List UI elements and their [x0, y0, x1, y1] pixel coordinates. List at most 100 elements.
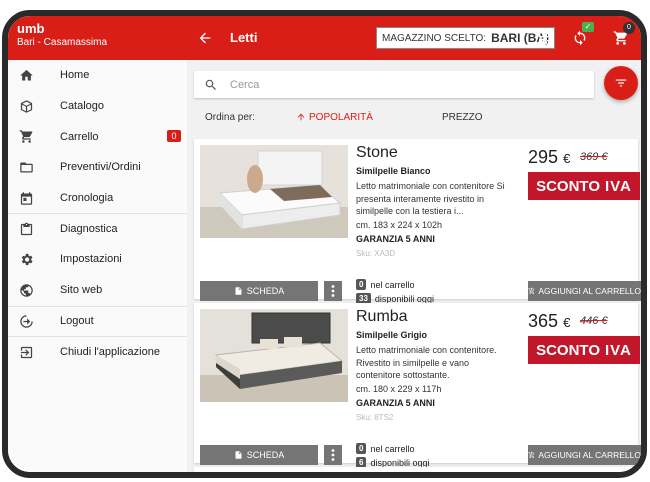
- search-bar: [194, 71, 594, 98]
- product-image: [200, 473, 348, 478]
- sidebar-item-diagnostica[interactable]: Diagnostica: [8, 213, 187, 244]
- sort-label: Ordina per:: [205, 111, 256, 123]
- clipboard-icon: [18, 221, 34, 237]
- page-title: Letti: [230, 30, 258, 45]
- sidebar-item-label: Cronologia: [60, 192, 114, 205]
- sync-status-badge: ✓: [582, 22, 594, 32]
- in-cart-value: 0: [356, 443, 367, 454]
- sidebar-item-label: Impostazioni: [60, 253, 122, 266]
- gear-icon: [18, 251, 34, 267]
- old-price: 446 €: [580, 315, 608, 327]
- exit-icon: [18, 344, 34, 360]
- more-options-button[interactable]: [324, 445, 342, 465]
- box-icon: [18, 98, 34, 114]
- sidebar-item-impostazioni[interactable]: Impostazioni: [8, 244, 187, 275]
- back-arrow-icon[interactable]: [197, 30, 213, 46]
- cart-count-badge: 0: [167, 130, 181, 143]
- product-image: [200, 145, 348, 238]
- in-cart-count: 0 nel carrello: [356, 279, 414, 290]
- logout-icon: [18, 313, 34, 329]
- sort-price-button[interactable]: PREZZO: [442, 112, 483, 123]
- scheda-button[interactable]: SCHEDA: [200, 281, 318, 301]
- add-to-cart-button[interactable]: AGGIUNGI AL CARRELLO: [528, 445, 641, 465]
- product-dimensions: cm. 180 x 229 x 117h: [356, 384, 442, 394]
- product-warranty: GARANZIA 5 ANNI: [356, 398, 435, 408]
- sconto-label: SCONTO: [536, 341, 600, 359]
- cart-count-badge: 0: [623, 22, 635, 34]
- top-bar: Letti MAGAZZINO SCELTO: BARI (BA) ✓ 0: [187, 16, 641, 60]
- home-icon: [18, 67, 34, 83]
- in-cart-label: nel carrello: [370, 279, 415, 290]
- product-description: Letto matrimoniale con contenitore Si pr…: [356, 181, 505, 216]
- product-card[interactable]: [194, 467, 638, 478]
- sidebar-item-label: Logout: [60, 315, 94, 328]
- product-variant: Similpelle Grigio: [356, 330, 428, 340]
- product-card[interactable]: Stone Similpelle Bianco Letto matrimonia…: [194, 139, 641, 304]
- sidebar-item-label: Home: [60, 69, 90, 82]
- sidebar-item-label: Chiudi l'applicazione: [60, 346, 160, 359]
- sidebar-item-cronologia[interactable]: Cronologia: [8, 183, 187, 214]
- product-price: 365 €: [528, 311, 570, 332]
- scheda-button[interactable]: SCHEDA: [200, 445, 318, 465]
- search-input[interactable]: [230, 78, 570, 91]
- sconto-iva-badge: SCONTO IVA: [528, 172, 640, 200]
- available-label: disponibili oggi: [374, 293, 434, 304]
- qr-code-icon[interactable]: [537, 30, 553, 46]
- sync-icon[interactable]: [572, 30, 588, 46]
- warehouse-label: MAGAZZINO SCELTO:: [382, 32, 487, 44]
- sidebar-header: umb Bari - Casamassima: [8, 16, 187, 60]
- filter-button[interactable]: [604, 66, 638, 100]
- sidebar-item-label: Preventivi/Ordini: [60, 161, 141, 174]
- price-value: 295: [528, 147, 559, 167]
- in-cart-label: nel carrello: [370, 443, 415, 454]
- tablet-frame: umb Bari - Casamassima Home Catalogo Car…: [2, 10, 647, 478]
- cart-icon: [18, 129, 34, 145]
- sidebar-item-catalogo[interactable]: Catalogo: [8, 91, 187, 122]
- add-to-cart-button[interactable]: AGGIUNGI AL CARRELLO: [528, 281, 641, 301]
- add-to-cart-label: AGGIUNGI AL CARRELLO: [538, 450, 641, 460]
- user-name: umb: [17, 21, 45, 36]
- product-sku: Sku: XA3D: [356, 249, 396, 258]
- document-icon: [235, 287, 242, 295]
- sidebar-item-logout[interactable]: Logout: [8, 305, 187, 337]
- user-location: Bari - Casamassima: [17, 37, 108, 48]
- arrow-up-icon: [297, 113, 305, 121]
- sidebar-item-sito-web[interactable]: Sito web: [8, 275, 187, 306]
- add-cart-icon: [528, 451, 535, 459]
- product-name: Stone: [356, 144, 398, 161]
- filter-icon: [615, 79, 627, 87]
- price-value: 365: [528, 311, 559, 331]
- more-vert-icon: [331, 449, 335, 461]
- iva-label: IVA: [605, 177, 632, 195]
- calendar-icon: [18, 190, 34, 206]
- sort-popularity-button[interactable]: POPOLARITÀ: [296, 112, 373, 123]
- old-price: 369 €: [580, 151, 608, 163]
- sidebar-item-carrello[interactable]: Carrello 0: [8, 121, 187, 152]
- sidebar-item-home[interactable]: Home: [8, 60, 187, 91]
- more-vert-icon: [331, 285, 335, 297]
- sidebar-item-chiudi[interactable]: Chiudi l'applicazione: [8, 336, 187, 367]
- sconto-label: SCONTO: [536, 177, 600, 195]
- product-description: Letto matrimoniale con contenitore. Rive…: [356, 345, 497, 380]
- warehouse-selector[interactable]: MAGAZZINO SCELTO: BARI (BA): [376, 27, 556, 49]
- add-to-cart-label: AGGIUNGI AL CARRELLO: [538, 286, 641, 296]
- product-price: 295 €: [528, 147, 570, 168]
- sidebar-item-label: Sito web: [60, 284, 103, 297]
- sidebar-item-preventivi-ordini[interactable]: Preventivi/Ordini: [8, 152, 187, 183]
- scheda-label: SCHEDA: [246, 286, 285, 296]
- folder-icon: [18, 159, 34, 175]
- product-card[interactable]: Rumba Similpelle Grigio Letto matrimonia…: [194, 303, 641, 468]
- sidebar-item-label: Carrello: [60, 130, 99, 143]
- more-options-button[interactable]: [324, 281, 342, 301]
- scheda-label: SCHEDA: [246, 450, 285, 460]
- sconto-iva-badge: SCONTO IVA: [528, 336, 640, 364]
- sidebar-item-label: Catalogo: [60, 100, 105, 113]
- document-icon: [235, 451, 242, 459]
- sort-bar: Ordina per: POPOLARITÀ PREZZO: [194, 104, 638, 130]
- price-currency: €: [563, 151, 571, 166]
- in-cart-value: 0: [356, 279, 367, 290]
- sidebar: umb Bari - Casamassima Home Catalogo Car…: [8, 16, 187, 472]
- price-currency: €: [563, 315, 571, 330]
- sidebar-item-label: Diagnostica: [60, 223, 118, 236]
- product-warranty: GARANZIA 5 ANNI: [356, 234, 435, 244]
